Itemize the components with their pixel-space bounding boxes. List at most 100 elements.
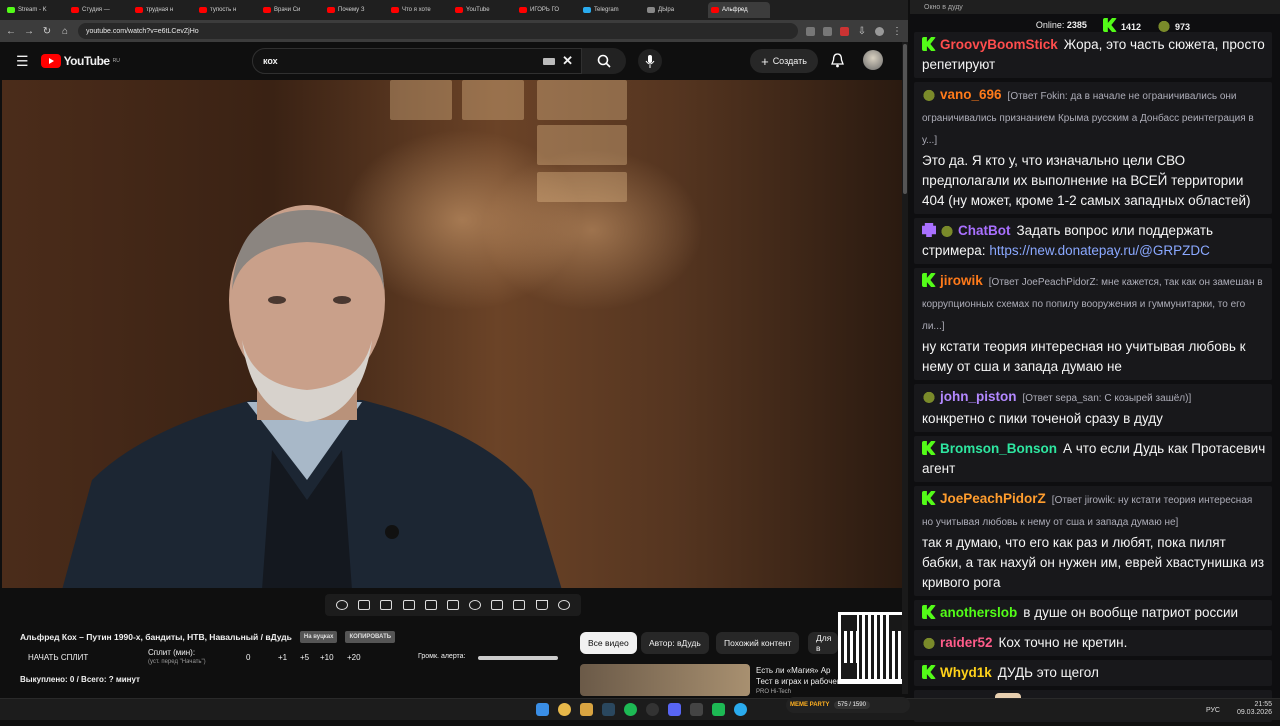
split-label: Сплит (мин):: [148, 648, 196, 657]
browser-tab[interactable]: YouTube: [452, 2, 514, 18]
split-add-10-button[interactable]: +10: [320, 653, 334, 662]
chat-username[interactable]: jirowik: [940, 273, 983, 288]
loop-icon[interactable]: [336, 600, 349, 610]
reply-quote: [Ответ sepa_san: С козырей зашёл)]: [1022, 393, 1192, 404]
browser-tab[interactable]: тупость н: [196, 2, 258, 18]
speed-icon[interactable]: [469, 600, 482, 610]
tab-favicon: [199, 7, 207, 13]
split-add-5-button[interactable]: +5: [300, 653, 309, 662]
filter-chip-author[interactable]: Автор: вДудь: [641, 632, 709, 654]
menu-dots-icon[interactable]: ⋮: [892, 26, 902, 37]
chat-username[interactable]: anotherslob: [940, 605, 1017, 620]
browser-tab[interactable]: Что я хоте: [388, 2, 450, 18]
recommended-video[interactable]: Есть ли «Магия» Ар Тест в играх и рабоче…: [756, 665, 842, 698]
filter-chip-all[interactable]: Все видео: [580, 632, 637, 654]
start-split-button[interactable]: НАЧАТЬ СПЛИТ: [28, 653, 88, 662]
chat-username[interactable]: JoePeachPidorZ: [940, 491, 1046, 506]
split-add-1-button[interactable]: +1: [278, 653, 287, 662]
chat-username[interactable]: raider52: [940, 635, 993, 650]
bought-minutes: Выкуплено: 0 / Всего: ? минут: [20, 675, 140, 684]
keyboard-icon[interactable]: [543, 58, 555, 65]
browser-tab[interactable]: Студия —: [68, 2, 130, 18]
party-label: MEME PARTY: [790, 702, 830, 708]
home-icon[interactable]: ⌂: [60, 26, 70, 37]
create-button[interactable]: + Создать: [750, 49, 818, 73]
tab-favicon: [263, 7, 271, 13]
chat-message: raider52 Кох точно не кретин.: [914, 630, 1272, 656]
voice-search-button[interactable]: [638, 49, 662, 73]
chat-username[interactable]: Whyd1k: [940, 665, 992, 680]
file-explorer-icon[interactable]: [580, 703, 593, 716]
filter-chip-for-you[interactable]: Для в: [808, 632, 838, 654]
recommended-thumbnail[interactable]: [580, 664, 750, 696]
add-image-icon[interactable]: [491, 600, 504, 610]
copy-button[interactable]: КОПИРОВАТЬ: [345, 631, 396, 643]
clear-search-icon[interactable]: ✕: [562, 53, 573, 69]
start-icon[interactable]: [536, 703, 549, 716]
hamburger-menu-icon[interactable]: ☰: [16, 53, 29, 70]
discord-icon[interactable]: [668, 703, 681, 716]
chat-username[interactable]: ChatBot: [958, 223, 1011, 238]
broadcast-icon[interactable]: [358, 600, 371, 610]
browser-tab[interactable]: Stream - K: [4, 2, 66, 18]
browser-tab[interactable]: трудная н: [132, 2, 194, 18]
lazy-chip[interactable]: На вуцках: [299, 631, 338, 643]
browser-tab[interactable]: Почему З: [324, 2, 386, 18]
window-pane: [537, 80, 627, 120]
cinema-icon[interactable]: [446, 600, 459, 610]
split-add-20-button[interactable]: +20: [347, 653, 361, 662]
chat-message: john_piston [Ответ sepa_san: С козырей за…: [914, 384, 1272, 432]
clapperboard-icon[interactable]: [402, 600, 415, 610]
donation-link[interactable]: https://new.donatepay.ru/@GRPZDC: [989, 243, 1210, 258]
browser-tab[interactable]: ДЫра: [644, 2, 706, 18]
alert-volume-slider[interactable]: [478, 656, 558, 660]
chat-username[interactable]: Bromson_Bonson: [940, 441, 1057, 456]
search-button[interactable]: [582, 48, 626, 74]
flask-icon[interactable]: [535, 600, 548, 610]
youtube-logo[interactable]: YouTube RU: [40, 54, 120, 68]
url-text: youtube.com/watch?v=e6tLCevZjHo: [86, 27, 199, 35]
chat-username[interactable]: vano_696: [940, 87, 1002, 102]
chat-window-title: Окно в дуду: [924, 3, 963, 11]
app-icon[interactable]: [712, 703, 725, 716]
media-player-icon[interactable]: [690, 703, 703, 716]
extension-icon[interactable]: [840, 26, 849, 36]
reload-icon[interactable]: ↻: [42, 26, 52, 37]
tab-favicon: [519, 7, 527, 13]
resize-icon[interactable]: [424, 600, 437, 610]
back-icon[interactable]: ←: [6, 26, 16, 37]
kick-badge-icon: [922, 491, 936, 505]
language-indicator[interactable]: РУС: [1206, 707, 1220, 715]
search-input[interactable]: кох ✕: [252, 48, 582, 74]
forward-icon[interactable]: →: [24, 26, 34, 37]
chat-username[interactable]: GroovyBoomStick: [940, 37, 1058, 52]
profile-icon[interactable]: [875, 26, 884, 36]
clock-time: 21:55: [1254, 701, 1272, 708]
chat-message: GroovyBoomStick Жора, это часть сюжета, п…: [914, 32, 1272, 78]
watch-later-icon[interactable]: [380, 600, 393, 610]
filter-chip-similar[interactable]: Похожий контент: [716, 632, 800, 654]
steam-icon[interactable]: [602, 703, 615, 716]
browser-tab[interactable]: Врачи Си: [260, 2, 322, 18]
chat-username[interactable]: john_piston: [940, 389, 1017, 404]
chrome-icon[interactable]: [558, 703, 571, 716]
video-player[interactable]: [2, 80, 902, 588]
settings-gear-icon[interactable]: [557, 600, 570, 610]
page-scrollbar[interactable]: [902, 42, 908, 694]
camera-icon[interactable]: [513, 600, 526, 610]
extension-icon[interactable]: [823, 26, 832, 36]
extension-icon[interactable]: [806, 26, 815, 36]
system-tray[interactable]: РУС 21:55 09.03.2026: [1206, 701, 1272, 717]
url-field[interactable]: youtube.com/watch?v=e6tLCevZjHo: [78, 23, 798, 39]
address-bar-row: ← → ↻ ⌂ youtube.com/watch?v=e6tLCevZjHo …: [0, 20, 908, 42]
telegram-icon[interactable]: [734, 703, 747, 716]
download-icon[interactable]: ⇩: [857, 26, 867, 37]
scrollbar-thumb[interactable]: [903, 44, 907, 194]
avatar[interactable]: [863, 50, 883, 70]
spotify-icon[interactable]: [624, 703, 637, 716]
browser-tab[interactable]: Альфред: [708, 2, 770, 18]
obs-icon[interactable]: [646, 703, 659, 716]
browser-tab[interactable]: ИГОРЬ ГО: [516, 2, 578, 18]
notifications-button[interactable]: [828, 51, 846, 69]
browser-tab[interactable]: Telegram: [580, 2, 642, 18]
